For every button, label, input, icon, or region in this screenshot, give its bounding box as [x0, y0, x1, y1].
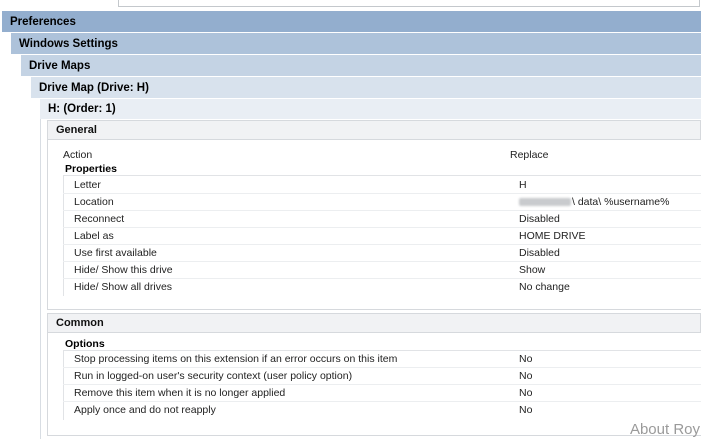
property-value: H — [519, 179, 527, 191]
watermark-text: About Roy — [629, 421, 700, 438]
property-value: HOME DRIVE — [519, 230, 586, 242]
section-header-order[interactable]: H: (Order: 1) — [40, 99, 701, 119]
option-label: Run in logged-on user's security context… — [74, 370, 353, 382]
property-value: Show — [519, 264, 546, 276]
row-divider — [63, 401, 701, 402]
report-content: General Action Replace Properties Letter… — [40, 119, 701, 439]
row-divider — [63, 384, 701, 385]
section-header-drive-maps[interactable]: Drive Maps — [21, 55, 701, 76]
general-section-header[interactable]: General — [47, 120, 701, 140]
section-header-preferences[interactable]: Preferences — [2, 11, 701, 32]
top-panel-edge — [118, 0, 700, 7]
option-value: No — [519, 353, 533, 365]
option-label: Remove this item when it is no longer ap… — [74, 387, 286, 399]
option-label: Apply once and do not reapply — [74, 404, 216, 416]
row-divider — [63, 244, 701, 245]
property-value: Disabled — [519, 213, 560, 225]
row-divider — [63, 367, 701, 368]
property-value: Disabled — [519, 247, 560, 259]
property-label: Hide/ Show all drives — [74, 281, 173, 293]
property-label: Letter — [74, 179, 101, 191]
action-label: Action — [63, 149, 93, 161]
common-section-header[interactable]: Common — [47, 313, 701, 333]
section-header-drive-map[interactable]: Drive Map (Drive: H) — [31, 77, 701, 98]
location-path: \ data\ %username% — [572, 196, 670, 208]
section-header-windows-settings[interactable]: Windows Settings — [11, 33, 701, 54]
property-label: Reconnect — [74, 213, 125, 225]
option-value: No — [519, 370, 533, 382]
property-value-location: \ data\ %username% — [519, 196, 669, 208]
option-value: No — [519, 387, 533, 399]
row-divider — [63, 227, 701, 228]
redacted-server-name — [519, 198, 571, 207]
property-label: Use first available — [74, 247, 157, 259]
row-divider — [63, 261, 701, 262]
property-label: Location — [74, 196, 114, 208]
row-divider — [63, 193, 701, 194]
option-label: Stop processing items on this extension … — [74, 353, 398, 365]
property-label: Hide/ Show this drive — [74, 264, 173, 276]
property-label: Label as — [74, 230, 114, 242]
top-scroll-region — [0, 0, 708, 10]
options-heading: Options — [65, 338, 105, 350]
properties-heading: Properties — [65, 163, 117, 175]
property-value: No change — [519, 281, 570, 293]
row-divider — [63, 278, 701, 279]
option-value: No — [519, 404, 533, 416]
row-divider — [63, 210, 701, 211]
action-value: Replace — [510, 149, 549, 161]
